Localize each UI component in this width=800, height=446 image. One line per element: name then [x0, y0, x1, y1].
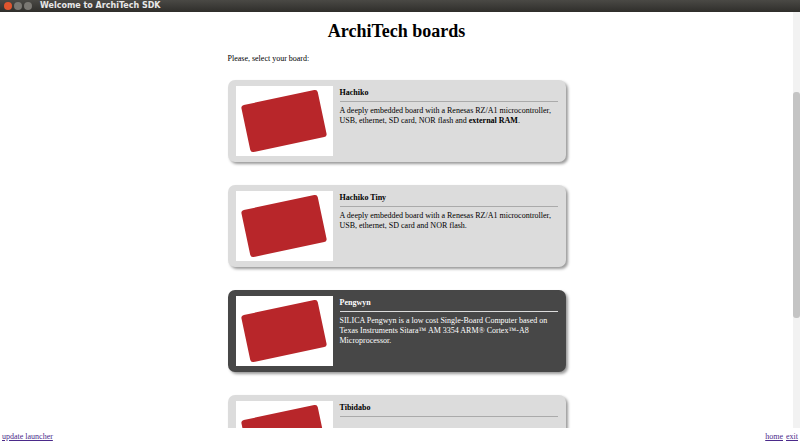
- board-description: A deeply embedded board with a Renesas R…: [340, 211, 558, 231]
- footer-link[interactable]: exit: [786, 432, 798, 442]
- board-photo: [236, 191, 333, 261]
- scrollbar-thumb[interactable]: [793, 92, 800, 318]
- minimize-icon[interactable]: [14, 2, 22, 10]
- board-description: A deeply embedded board with a Renesas R…: [340, 106, 558, 126]
- footer-link[interactable]: home: [765, 432, 783, 442]
- board-name: Tibidabo: [340, 403, 558, 413]
- board-card[interactable]: Tibidabo: [228, 395, 566, 428]
- board-name: Pengwyn: [340, 298, 558, 308]
- title-bar: Welcome to ArchiTech SDK: [0, 0, 800, 12]
- board-card[interactable]: Hachiko Tiny A deeply embedded board with…: [228, 185, 566, 267]
- board-photo: [236, 86, 333, 156]
- footer-bar: update launcher homeexit: [0, 428, 800, 446]
- scrollbar[interactable]: [793, 12, 800, 428]
- board-name: Hachiko Tiny: [340, 193, 558, 203]
- board-photo: [236, 401, 333, 428]
- close-icon[interactable]: [4, 2, 12, 10]
- maximize-icon[interactable]: [24, 2, 32, 10]
- board-name: Hachiko: [340, 88, 558, 98]
- update-launcher-link[interactable]: update launcher: [2, 432, 53, 442]
- board-card[interactable]: Pengwyn SILICA Pengwyn is a low cost Sing…: [228, 290, 566, 372]
- sdk-window: Welcome to ArchiTech SDKArchiTech boards…: [0, 0, 800, 446]
- page-heading: ArchiTech boards: [228, 20, 566, 42]
- board-list-page: ArchiTech boards Please, select your boar…: [0, 12, 793, 428]
- prompt-text: Please, select your board:: [228, 54, 566, 64]
- window-title: Welcome to ArchiTech SDK: [40, 1, 161, 11]
- board-photo: [236, 296, 333, 366]
- board-description: SILICA Pengwyn is a low cost Single-Boar…: [340, 316, 558, 346]
- board-card[interactable]: Hachiko A deeply embedded board with a Re…: [228, 80, 566, 162]
